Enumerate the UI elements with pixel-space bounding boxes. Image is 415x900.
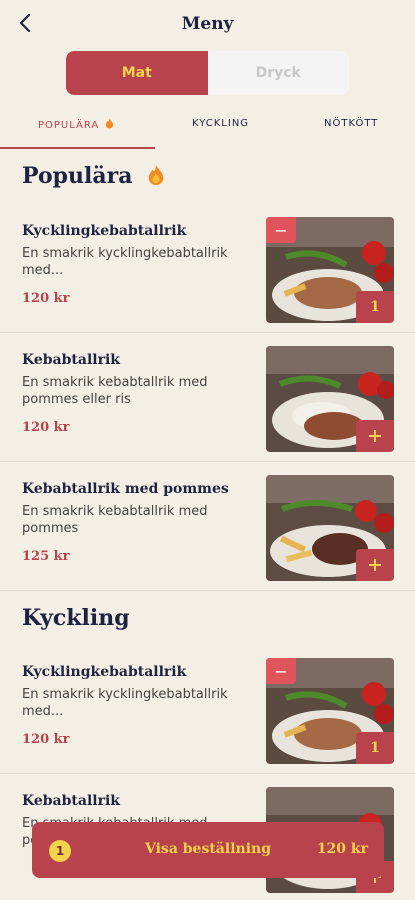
segment-food-button[interactable]: Mat	[66, 51, 208, 95]
category-segment: Mat Dryck	[66, 51, 349, 95]
order-total: 120 kr	[316, 841, 368, 857]
add-to-cart-button[interactable]	[356, 549, 394, 581]
menu-item[interactable]: Kycklingkebabtallrik En smakrik kyckling…	[0, 646, 415, 774]
item-name: Kycklingkebabtallrik	[22, 664, 187, 680]
item-image: − 1	[266, 658, 394, 764]
item-image	[266, 475, 394, 581]
tab-chicken[interactable]: KYCKLING	[192, 118, 249, 129]
item-name: Kebabtallrik	[22, 793, 120, 809]
item-name: Kebabtallrik med pommes	[22, 481, 229, 497]
item-price: 120 kr	[22, 732, 70, 747]
decrease-quantity-button[interactable]: −	[266, 217, 296, 243]
item-quantity[interactable]: 1	[356, 291, 394, 323]
item-image: − 1	[266, 217, 394, 323]
item-description: En smakrik kebabtallrik med pommes	[22, 504, 208, 536]
item-price: 120 kr	[22, 420, 70, 435]
section-title-label: Populära	[22, 163, 133, 189]
flame-icon	[148, 164, 164, 186]
view-order-button[interactable]: 1 Visa beställning 120 kr	[32, 822, 384, 878]
item-description: En smakrik kebabtallrik med pommes eller…	[22, 375, 208, 407]
flame-icon	[106, 118, 114, 129]
add-to-cart-button[interactable]	[356, 420, 394, 452]
category-tabs: POPULÄRA KYCKLING NÖTKÖTT	[0, 110, 415, 150]
section-title-popular: Populära	[22, 163, 166, 189]
tab-indicator	[0, 147, 155, 149]
item-price: 125 kr	[22, 549, 70, 564]
item-description: En smakrik kycklingkebabtallrik med...	[22, 246, 228, 278]
tab-beef[interactable]: NÖTKÖTT	[324, 118, 378, 129]
menu-item[interactable]: Kebabtallrik med pommes En smakrik kebab…	[0, 463, 415, 591]
item-name: Kebabtallrik	[22, 352, 120, 368]
item-quantity[interactable]: 1	[356, 732, 394, 764]
header: Meny	[0, 0, 415, 50]
plus-icon	[369, 430, 381, 442]
plus-icon	[369, 559, 381, 571]
section-title-chicken: Kyckling	[22, 605, 130, 631]
menu-item[interactable]: Kebabtallrik En smakrik kebabtallrik med…	[0, 334, 415, 462]
tab-label: POPULÄRA	[38, 120, 100, 131]
page-title: Meny	[181, 14, 234, 34]
tab-popular[interactable]: POPULÄRA	[38, 118, 114, 131]
segment-drink-button[interactable]: Dryck	[208, 51, 350, 95]
menu-item[interactable]: Kycklingkebabtallrik En smakrik kyckling…	[0, 205, 415, 333]
item-description: En smakrik kycklingkebabtallrik med...	[22, 687, 228, 719]
item-name: Kycklingkebabtallrik	[22, 223, 187, 239]
item-image	[266, 346, 394, 452]
item-price: 120 kr	[22, 291, 70, 306]
decrease-quantity-button[interactable]: −	[266, 658, 296, 684]
